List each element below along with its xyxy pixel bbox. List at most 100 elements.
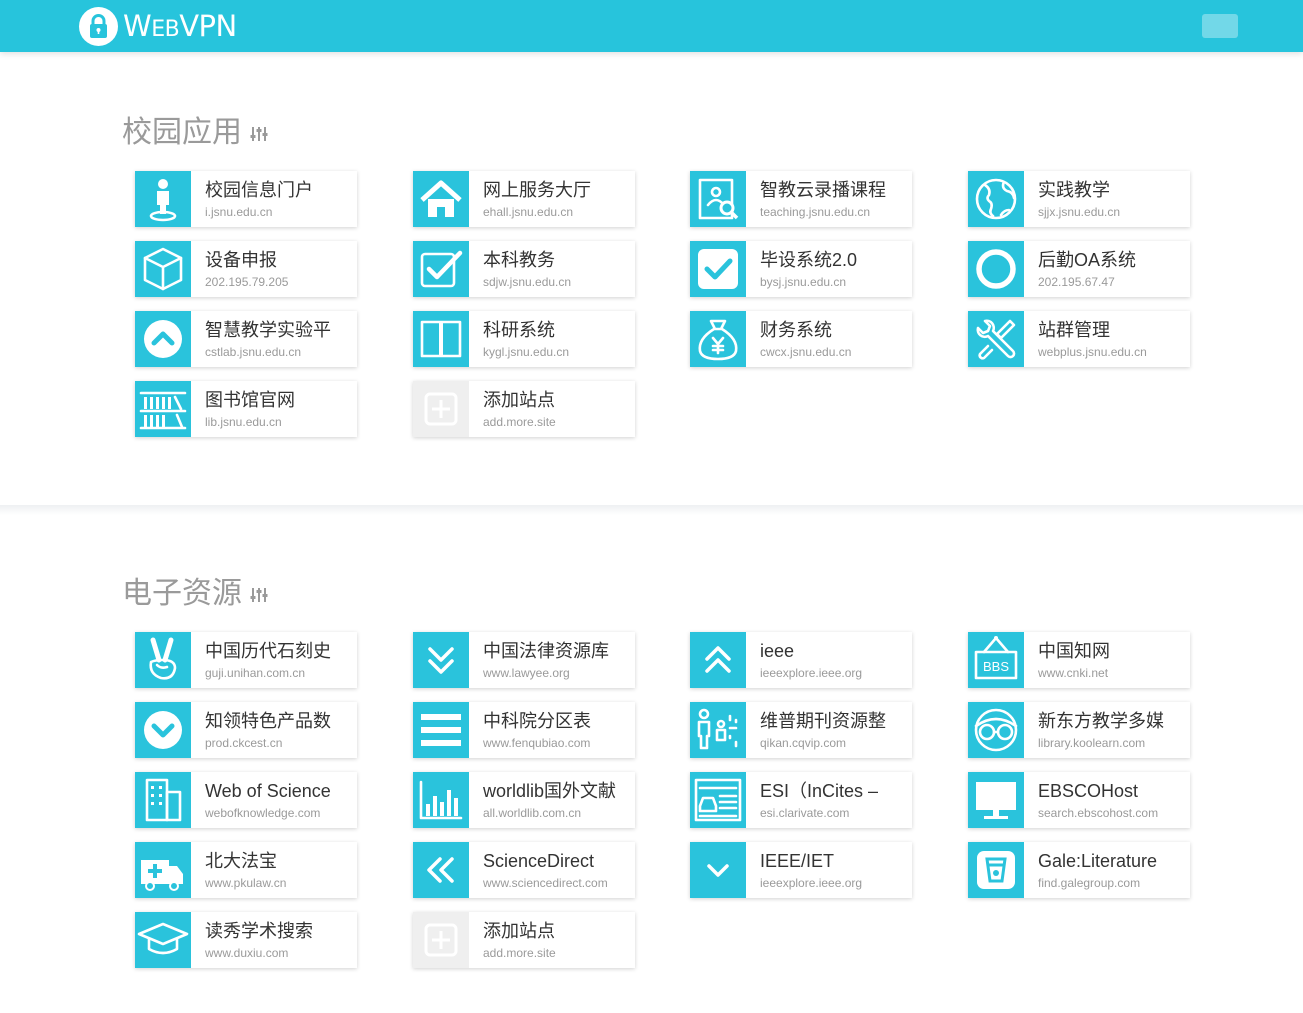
site-card[interactable]: 毕设系统2.0 bysj.jsnu.edu.cn — [690, 241, 912, 297]
site-card[interactable]: ScienceDirect www.sciencedirect.com — [413, 842, 635, 898]
section-title-text: 电子资源 — [122, 576, 242, 611]
section-title-campus: 校园应用 — [122, 115, 268, 152]
site-card-title: EBSCOHost — [1038, 781, 1139, 801]
site-card[interactable]: 智教云录播课程 teaching.jsnu.edu.cn — [690, 171, 912, 227]
site-card-title: 中国知网 — [1038, 641, 1110, 661]
site-card-title: 新东方教学多媒 — [1038, 711, 1164, 731]
site-card[interactable]: Web of Science webofknowledge.com — [135, 772, 357, 828]
site-card-url: prod.ckcest.cn — [205, 736, 283, 750]
section-title-text: 校园应用 — [122, 115, 242, 150]
add-site-card[interactable]: 添加站点 add.more.site — [413, 381, 635, 437]
header-bar: WEBVPN — [0, 0, 1303, 52]
site-card-title: 读秀学术搜索 — [205, 921, 313, 941]
add-site-card[interactable]: 添加站点 add.more.site — [413, 912, 635, 968]
chevron-up-circle-icon — [135, 311, 191, 367]
bookshelf-icon — [135, 381, 191, 437]
site-card-url: all.worldlib.com.cn — [483, 806, 582, 820]
site-card-url: find.galegroup.com — [1038, 876, 1141, 890]
site-card-url: add.more.site — [483, 415, 556, 429]
settings-sliders-icon[interactable] — [250, 577, 268, 613]
globe-icon — [968, 171, 1024, 227]
site-card-url: sdjw.jsnu.edu.cn — [483, 275, 572, 289]
site-card[interactable]: 科研系统 kygl.jsnu.edu.cn — [413, 311, 635, 367]
site-card[interactable]: 中国法律资源库 www.lawyee.org — [413, 632, 635, 688]
site-card[interactable]: 知领特色产品数 prod.ckcest.cn — [135, 702, 357, 758]
site-card-url: www.duxiu.com — [205, 946, 289, 960]
site-card[interactable]: EBSCOHost search.ebscohost.com — [968, 772, 1190, 828]
site-card-url: ieeexplore.ieee.org — [760, 876, 863, 890]
site-card[interactable]: Gale:Literature find.galegroup.com — [968, 842, 1190, 898]
site-card[interactable]: BBS 中国知网 www.cnki.net — [968, 632, 1190, 688]
site-card-url: teaching.jsnu.edu.cn — [760, 205, 871, 219]
site-card-url: library.koolearn.com — [1038, 736, 1146, 750]
menu-icon — [413, 702, 469, 758]
site-card[interactable]: worldlib国外文献 all.worldlib.com.cn — [413, 772, 635, 828]
site-card[interactable]: 本科教务 sdjw.jsnu.edu.cn — [413, 241, 635, 297]
user-menu[interactable] — [1202, 14, 1238, 38]
site-card[interactable]: 后勤OA系统 202.195.67.47 — [968, 241, 1190, 297]
site-card-title: ScienceDirect — [483, 851, 595, 871]
site-card[interactable]: 网上服务大厅 ehall.jsnu.edu.cn — [413, 171, 635, 227]
site-card-url: lib.jsnu.edu.cn — [205, 415, 282, 429]
site-card[interactable]: 设备申报 202.195.79.205 — [135, 241, 357, 297]
site-card-title: 后勤OA系统 — [1038, 250, 1137, 270]
brand-logo-text[interactable]: WEBVPN — [123, 8, 237, 48]
section-title-resources: 电子资源 — [122, 576, 268, 613]
site-card[interactable]: 实践教学 sjjx.jsnu.edu.cn — [968, 171, 1190, 227]
site-card-title: 设备申报 — [205, 250, 277, 270]
section-divider — [0, 505, 1303, 515]
site-card-title: 北大法宝 — [205, 851, 277, 871]
site-card-url: search.ebscohost.com — [1038, 806, 1159, 820]
site-card-title: 添加站点 — [483, 921, 555, 941]
monitor-icon — [968, 772, 1024, 828]
site-card-title: Gale:Literature — [1038, 851, 1158, 871]
chevron-down-circle-icon — [135, 702, 191, 758]
site-card[interactable]: 新东方教学多媒 library.koolearn.com — [968, 702, 1190, 758]
settings-sliders-icon[interactable] — [250, 116, 268, 152]
site-card-title: 添加站点 — [483, 390, 555, 410]
site-card-url: cwcx.jsnu.edu.cn — [760, 345, 852, 359]
site-card-url: webplus.jsnu.edu.cn — [1038, 345, 1147, 359]
site-card[interactable]: 财务系统 cwcx.jsnu.edu.cn — [690, 311, 912, 367]
site-card[interactable]: 图书馆官网 lib.jsnu.edu.cn — [135, 381, 357, 437]
site-card[interactable]: 读秀学术搜索 www.duxiu.com — [135, 912, 357, 968]
site-card-title: 图书馆官网 — [205, 390, 295, 410]
site-card-url: guji.unihan.com.cn — [205, 666, 306, 680]
site-card-url: i.jsnu.edu.cn — [205, 205, 273, 219]
site-card-url: webofknowledge.com — [205, 806, 321, 820]
site-card-title: 站群管理 — [1038, 320, 1110, 340]
site-card-title: 中科院分区表 — [483, 711, 591, 731]
site-card[interactable]: 校园信息门户 i.jsnu.edu.cn — [135, 171, 357, 227]
site-card-title: 维普期刊资源整 — [760, 711, 886, 731]
site-card[interactable]: 中国历代石刻史 guji.unihan.com.cn — [135, 632, 357, 688]
profile-search-icon — [690, 171, 746, 227]
site-card-url: kygl.jsnu.edu.cn — [483, 345, 570, 359]
site-card-title: 本科教务 — [483, 250, 555, 270]
double-chevron-up-icon — [690, 632, 746, 688]
site-card-url: www.pkulaw.cn — [205, 876, 287, 890]
site-card-url: sjjx.jsnu.edu.cn — [1038, 205, 1121, 219]
site-card-title: 智慧教学实验平 — [205, 320, 331, 340]
site-card-url: 202.195.79.205 — [205, 275, 289, 289]
site-card-url: 202.195.67.47 — [1038, 275, 1115, 289]
columns-icon — [413, 311, 469, 367]
lock-icon[interactable] — [79, 7, 118, 46]
site-card[interactable]: 维普期刊资源整 qikan.cqvip.com — [690, 702, 912, 758]
site-card-title: 科研系统 — [483, 320, 555, 340]
site-card[interactable]: ESI（InCites – esi.clarivate.com — [690, 772, 912, 828]
site-card[interactable]: 站群管理 webplus.jsnu.edu.cn — [968, 311, 1190, 367]
double-chevron-down-icon — [413, 632, 469, 688]
site-card[interactable]: 中科院分区表 www.fenqubiao.com — [413, 702, 635, 758]
double-chevron-left-icon — [413, 842, 469, 898]
site-card[interactable]: ieee ieeexplore.ieee.org — [690, 632, 912, 688]
circle-icon — [968, 241, 1024, 297]
add-icon — [413, 912, 469, 968]
site-card-url: cstlab.jsnu.edu.cn — [205, 345, 302, 359]
site-card[interactable]: 智慧教学实验平 cstlab.jsnu.edu.cn — [135, 311, 357, 367]
site-card-title: 财务系统 — [760, 320, 832, 340]
site-card[interactable]: IEEE/IET ieeexplore.ieee.org — [690, 842, 912, 898]
building-icon — [135, 772, 191, 828]
site-card-title: 知领特色产品数 — [205, 711, 331, 731]
site-card[interactable]: 北大法宝 www.pkulaw.cn — [135, 842, 357, 898]
site-card-title: ieee — [760, 641, 795, 661]
